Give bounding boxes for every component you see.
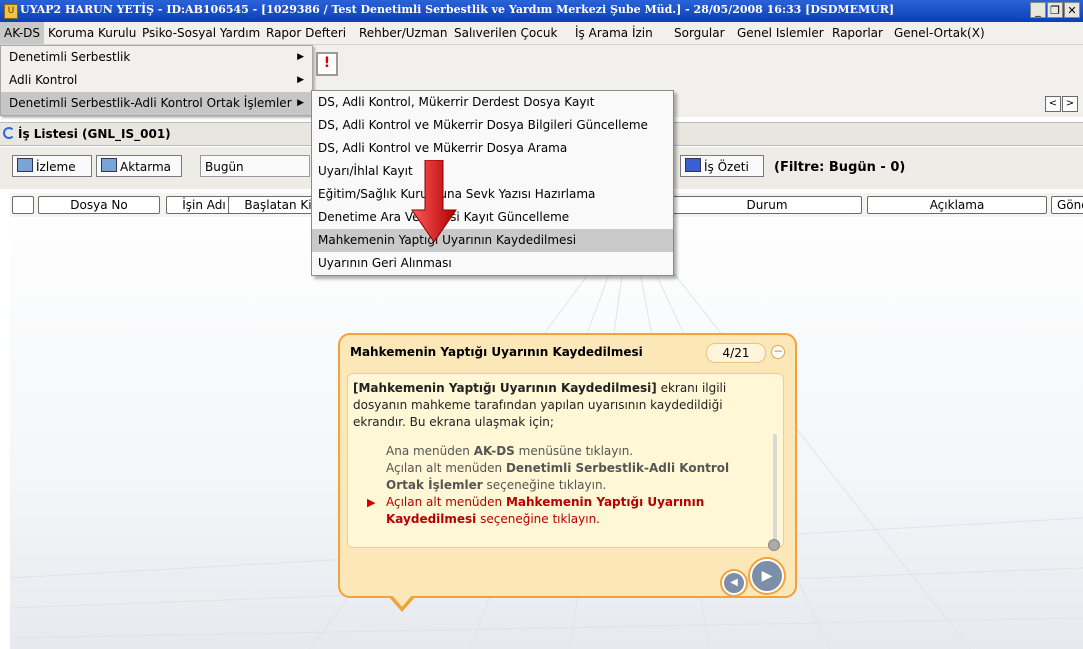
submenu-arrow-icon: ▶: [297, 75, 304, 85]
restore-button[interactable]: ❐: [1047, 2, 1063, 18]
menu-item-ortak-islemler[interactable]: Denetimli Serbestlik-Adli Kontrol Ortak …: [1, 92, 312, 115]
column-gonderen[interactable]: Gönderen Bi: [1051, 196, 1083, 214]
step-text: seçeneğine tıklayın.: [482, 478, 607, 492]
select-all-column[interactable]: [12, 196, 34, 214]
refresh-icon: [3, 127, 15, 139]
nav-prev-button[interactable]: <: [1045, 96, 1061, 112]
submenu-item-ara-verilmesi[interactable]: Denetime Ara Verilmesi Kayıt Güncelleme: [312, 206, 673, 229]
minimize-button[interactable]: _: [1030, 2, 1046, 18]
submenu-item-sevk-yazisi[interactable]: Eğitim/Sağlık Kurumuna Sevk Yazısı Hazır…: [312, 183, 673, 206]
is-ozeti-label: İş Özeti: [704, 160, 749, 174]
steps-list: Ana menüden AK-DS menüsüne tıklayın. Açı…: [353, 443, 763, 528]
window-nav: < >: [1045, 95, 1079, 112]
submenu-item-uyari-ihlal[interactable]: Uyarı/İhlal Kayıt: [312, 160, 673, 183]
step-text: seçeneğine tıklayın.: [476, 512, 600, 526]
menu-item-label: Adli Kontrol: [9, 73, 78, 87]
menu-akds[interactable]: AK-DS: [0, 22, 45, 44]
step-1: Ana menüden AK-DS menüsüne tıklayın.: [353, 443, 763, 460]
ortak-islemler-submenu: DS, Adli Kontrol, Mükerrir Derdest Dosya…: [311, 90, 674, 276]
menu-raporlar[interactable]: Raporlar: [832, 26, 883, 40]
menu-rapor-defteri[interactable]: Rapor Defteri: [266, 26, 346, 40]
step-3-current: ▶ Açılan alt menüden Mahkemenin Yaptığı …: [353, 494, 763, 528]
menu-bar: AK-DS Koruma Kurulu Psiko-Sosyal Yardım …: [0, 22, 1083, 45]
izleme-button[interactable]: İzleme: [12, 155, 92, 177]
scroll-thumb[interactable]: [768, 539, 780, 551]
menu-genel-islemler[interactable]: Genel Islemler: [737, 26, 824, 40]
help-balloon: Mahkemenin Yaptığı Uyarının Kaydedilmesi…: [338, 333, 797, 598]
step-counter: 4/21: [706, 343, 766, 363]
window-title-bar: U UYAP2 HARUN YETİŞ - ID:AB106545 - [102…: [0, 0, 1083, 22]
menu-item-label: Denetimli Serbestlik-Adli Kontrol Ortak …: [9, 96, 292, 110]
close-button[interactable]: ✕: [1064, 2, 1080, 18]
aktarma-button[interactable]: Aktarma: [96, 155, 182, 177]
step-bold: AK-DS: [473, 444, 515, 458]
submenu-item-derdest-kayit[interactable]: DS, Adli Kontrol, Mükerrir Derdest Dosya…: [312, 91, 673, 114]
menu-is-arama-izin[interactable]: İş Arama İzin: [575, 26, 653, 40]
column-dosya-no[interactable]: Dosya No: [38, 196, 160, 214]
menu-saliverilen-cocuk[interactable]: Salıverilen Çocuk: [454, 26, 557, 40]
nav-next-button[interactable]: >: [1062, 96, 1078, 112]
balloon-tail-fill: [391, 594, 413, 607]
app-icon: U: [4, 4, 18, 19]
menu-item-adli-kontrol[interactable]: Adli Kontrol ▶: [1, 69, 312, 92]
submenu-item-dosya-arama[interactable]: DS, Adli Kontrol ve Mükerrir Dosya Arama: [312, 137, 673, 160]
menu-item-label: Denetimli Serbestlik: [9, 50, 131, 64]
filter-status: (Filtre: Bugün - 0): [774, 160, 906, 175]
aktarma-label: Aktarma: [120, 160, 171, 174]
submenu-arrow-icon: ▶: [297, 98, 304, 108]
menu-sorgular[interactable]: Sorgular: [674, 26, 725, 40]
current-step-icon: ▶: [367, 496, 376, 509]
balloon-text: [Mahkemenin Yaptığı Uyarının Kaydedilmes…: [353, 380, 763, 528]
worklist-title: İş Listesi (GNL_IS_001): [18, 127, 171, 141]
pointer-arrow-icon: [411, 160, 457, 242]
alarm-icon[interactable]: !: [316, 52, 338, 76]
step-text: Ana menüden: [386, 444, 474, 458]
balloon-scrollbar[interactable]: [773, 434, 777, 544]
submenu-arrow-icon: ▶: [297, 52, 304, 62]
step-text: Açılan alt menüden: [386, 495, 506, 509]
menu-koruma-kurulu[interactable]: Koruma Kurulu: [48, 26, 136, 40]
menu-item-denetimli-serbestlik[interactable]: Denetimli Serbestlik ▶: [1, 46, 312, 69]
column-durum[interactable]: Durum: [672, 196, 862, 214]
submenu-item-mahkeme-uyari[interactable]: Mahkemenin Yaptığı Uyarının Kaydedilmesi: [312, 229, 673, 252]
next-step-button[interactable]: ▶: [750, 559, 784, 593]
balloon-navigation: ◀ ▶: [711, 554, 797, 598]
is-ozeti-button[interactable]: İş Özeti: [680, 155, 764, 177]
date-filter-select[interactable]: Bugün: [200, 155, 310, 177]
menu-rehber-uzman[interactable]: Rehber/Uzman: [359, 26, 448, 40]
menu-genel-ortak[interactable]: Genel-Ortak(X): [894, 26, 985, 40]
step-text: menüsüne tıklayın.: [514, 444, 634, 458]
izleme-label: İzleme: [36, 160, 76, 174]
summary-icon: [685, 158, 701, 172]
akds-dropdown: Denetimli Serbestlik ▶ Adli Kontrol ▶ De…: [0, 45, 313, 116]
menu-psiko-sosyal[interactable]: Psiko-Sosyal Yardım: [142, 26, 260, 40]
binoculars-icon: [17, 158, 33, 172]
window-title: UYAP2 HARUN YETİŞ - ID:AB106545 - [10293…: [20, 3, 895, 16]
collapse-icon[interactable]: −: [771, 345, 785, 359]
submenu-item-uyari-geri-alma[interactable]: Uyarının Geri Alınması: [312, 252, 673, 275]
transfer-icon: [101, 158, 117, 172]
step-2: Açılan alt menüden Denetimli Serbestlik-…: [353, 460, 763, 494]
balloon-title: Mahkemenin Yaptığı Uyarının Kaydedilmesi: [350, 345, 643, 359]
intro-bold: [Mahkemenin Yaptığı Uyarının Kaydedilmes…: [353, 381, 657, 395]
prev-step-button[interactable]: ◀: [722, 571, 746, 595]
submenu-item-bilgi-guncelleme[interactable]: DS, Adli Kontrol ve Mükerrir Dosya Bilgi…: [312, 114, 673, 137]
column-aciklama[interactable]: Açıklama: [867, 196, 1047, 214]
balloon-content: [Mahkemenin Yaptığı Uyarının Kaydedilmes…: [347, 373, 784, 551]
step-text: Açılan alt menüden: [386, 461, 506, 475]
